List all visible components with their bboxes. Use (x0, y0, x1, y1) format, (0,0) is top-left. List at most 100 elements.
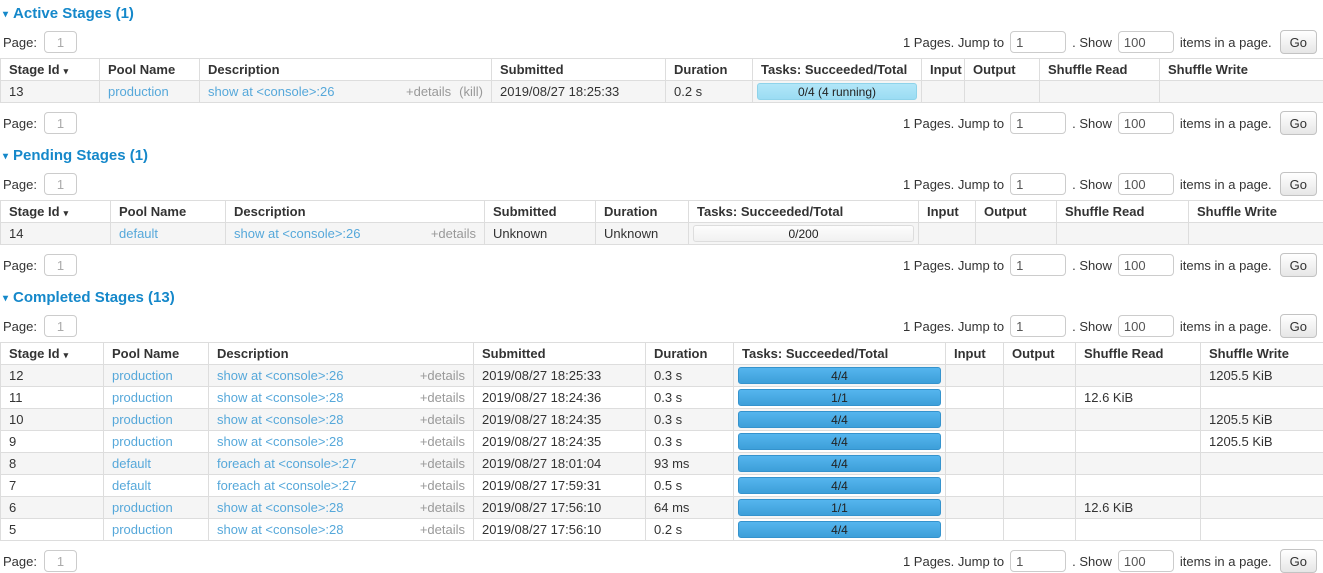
go-button[interactable]: Go (1280, 111, 1317, 135)
go-button[interactable]: Go (1280, 314, 1317, 338)
description-link[interactable]: foreach at <console>:27 (217, 478, 357, 493)
column-header-description[interactable]: Description (200, 59, 492, 81)
details-toggle[interactable]: +details (420, 456, 465, 471)
details-toggle[interactable]: +details (420, 522, 465, 537)
pool-name-link[interactable]: default (119, 226, 158, 241)
column-header-stage-id[interactable]: Stage Id▾ (1, 59, 100, 81)
page-number-input[interactable] (44, 112, 77, 134)
go-button[interactable]: Go (1280, 253, 1317, 277)
page-number-input[interactable] (44, 254, 77, 276)
column-header-stage-id[interactable]: Stage Id▾ (1, 201, 111, 223)
description-link[interactable]: show at <console>:28 (217, 390, 343, 405)
column-header-input[interactable]: Input (946, 343, 1004, 365)
column-header-shuffle-write[interactable]: Shuffle Write (1189, 201, 1323, 223)
go-button[interactable]: Go (1280, 172, 1317, 196)
jump-to-page-input[interactable] (1010, 550, 1066, 572)
section-title[interactable]: ▾Pending Stages (1) (3, 147, 1323, 164)
column-header-output[interactable]: Output (1004, 343, 1076, 365)
column-header-output[interactable]: Output (965, 59, 1040, 81)
description-actions: +details (412, 390, 465, 405)
show-items-input[interactable] (1118, 315, 1174, 337)
details-toggle[interactable]: +details (420, 368, 465, 383)
description-link[interactable]: show at <console>:26 (208, 84, 334, 99)
section-title[interactable]: ▾Completed Stages (13) (3, 289, 1323, 306)
pool-name-link[interactable]: production (112, 500, 173, 515)
pool-name-cell: default (104, 453, 209, 475)
pool-name-link[interactable]: production (112, 368, 173, 383)
pool-name-link[interactable]: production (108, 84, 169, 99)
details-toggle[interactable]: +details (420, 412, 465, 427)
show-items-input[interactable] (1118, 31, 1174, 53)
column-header-submitted[interactable]: Submitted (485, 201, 596, 223)
column-header-pool-name[interactable]: Pool Name (111, 201, 226, 223)
details-toggle[interactable]: +details (431, 226, 476, 241)
jump-to-page-input[interactable] (1010, 254, 1066, 276)
duration-cell: 0.2 s (666, 81, 753, 103)
description-link[interactable]: show at <console>:28 (217, 434, 343, 449)
go-button[interactable]: Go (1280, 549, 1317, 573)
column-header-shuffle-read[interactable]: Shuffle Read (1057, 201, 1189, 223)
pool-name-link[interactable]: production (112, 412, 173, 427)
show-items-input[interactable] (1118, 550, 1174, 572)
column-header-shuffle-write[interactable]: Shuffle Write (1201, 343, 1323, 365)
column-header-tasks-succeeded-total[interactable]: Tasks: Succeeded/Total (753, 59, 922, 81)
description-link[interactable]: show at <console>:26 (234, 226, 360, 241)
go-button[interactable]: Go (1280, 30, 1317, 54)
description-link[interactable]: foreach at <console>:27 (217, 456, 357, 471)
column-header-submitted[interactable]: Submitted (474, 343, 646, 365)
collapse-arrow-icon: ▾ (3, 293, 8, 304)
description-wrap: show at <console>:26 +details (217, 368, 465, 383)
column-header-duration[interactable]: Duration (646, 343, 734, 365)
pool-name-link[interactable]: production (112, 522, 173, 537)
shuffle-read-cell (1076, 365, 1201, 387)
details-toggle[interactable]: +details (420, 390, 465, 405)
show-items-input[interactable] (1118, 112, 1174, 134)
pool-name-link[interactable]: default (112, 478, 151, 493)
section-title[interactable]: ▾Active Stages (1) (3, 5, 1323, 22)
pool-name-link[interactable]: production (112, 390, 173, 405)
column-header-shuffle-write[interactable]: Shuffle Write (1160, 59, 1323, 81)
page-number-input[interactable] (44, 550, 77, 572)
pool-name-link[interactable]: default (112, 456, 151, 471)
show-items-input[interactable] (1118, 173, 1174, 195)
kill-link[interactable]: (kill) (459, 84, 483, 99)
jump-to-page-input[interactable] (1010, 112, 1066, 134)
column-header-pool-name[interactable]: Pool Name (100, 59, 200, 81)
pagination-left: Page: (3, 315, 77, 337)
column-header-submitted[interactable]: Submitted (492, 59, 666, 81)
column-header-pool-name[interactable]: Pool Name (104, 343, 209, 365)
stage-id-cell: 9 (1, 431, 104, 453)
column-header-description[interactable]: Description (209, 343, 474, 365)
column-header-tasks-succeeded-total[interactable]: Tasks: Succeeded/Total (734, 343, 946, 365)
jump-to-page-input[interactable] (1010, 173, 1066, 195)
details-toggle[interactable]: +details (420, 478, 465, 493)
show-items-input[interactable] (1118, 254, 1174, 276)
column-header-output[interactable]: Output (976, 201, 1057, 223)
details-toggle[interactable]: +details (406, 84, 451, 99)
table-row: 7defaultforeach at <console>:27+details2… (1, 475, 1323, 497)
jump-to-page-input[interactable] (1010, 315, 1066, 337)
column-header-duration[interactable]: Duration (666, 59, 753, 81)
page-number-input[interactable] (44, 31, 77, 53)
column-header-tasks-succeeded-total[interactable]: Tasks: Succeeded/Total (689, 201, 919, 223)
column-header-shuffle-read[interactable]: Shuffle Read (1076, 343, 1201, 365)
description-link[interactable]: show at <console>:28 (217, 412, 343, 427)
page-number-input[interactable] (44, 315, 77, 337)
pagination-left: Page: (3, 173, 77, 195)
column-header-input[interactable]: Input (919, 201, 976, 223)
details-toggle[interactable]: +details (420, 434, 465, 449)
shuffle-write-cell: 1205.5 KiB (1201, 409, 1323, 431)
column-header-input[interactable]: Input (922, 59, 965, 81)
column-header-shuffle-read[interactable]: Shuffle Read (1040, 59, 1160, 81)
page-number-input[interactable] (44, 173, 77, 195)
description-link[interactable]: show at <console>:26 (217, 368, 343, 383)
description-link[interactable]: show at <console>:28 (217, 500, 343, 515)
column-header-stage-id[interactable]: Stage Id▾ (1, 343, 104, 365)
jump-to-page-input[interactable] (1010, 31, 1066, 53)
stage-id-cell: 8 (1, 453, 104, 475)
description-link[interactable]: show at <console>:28 (217, 522, 343, 537)
details-toggle[interactable]: +details (420, 500, 465, 515)
pool-name-link[interactable]: production (112, 434, 173, 449)
column-header-duration[interactable]: Duration (596, 201, 689, 223)
column-header-description[interactable]: Description (226, 201, 485, 223)
